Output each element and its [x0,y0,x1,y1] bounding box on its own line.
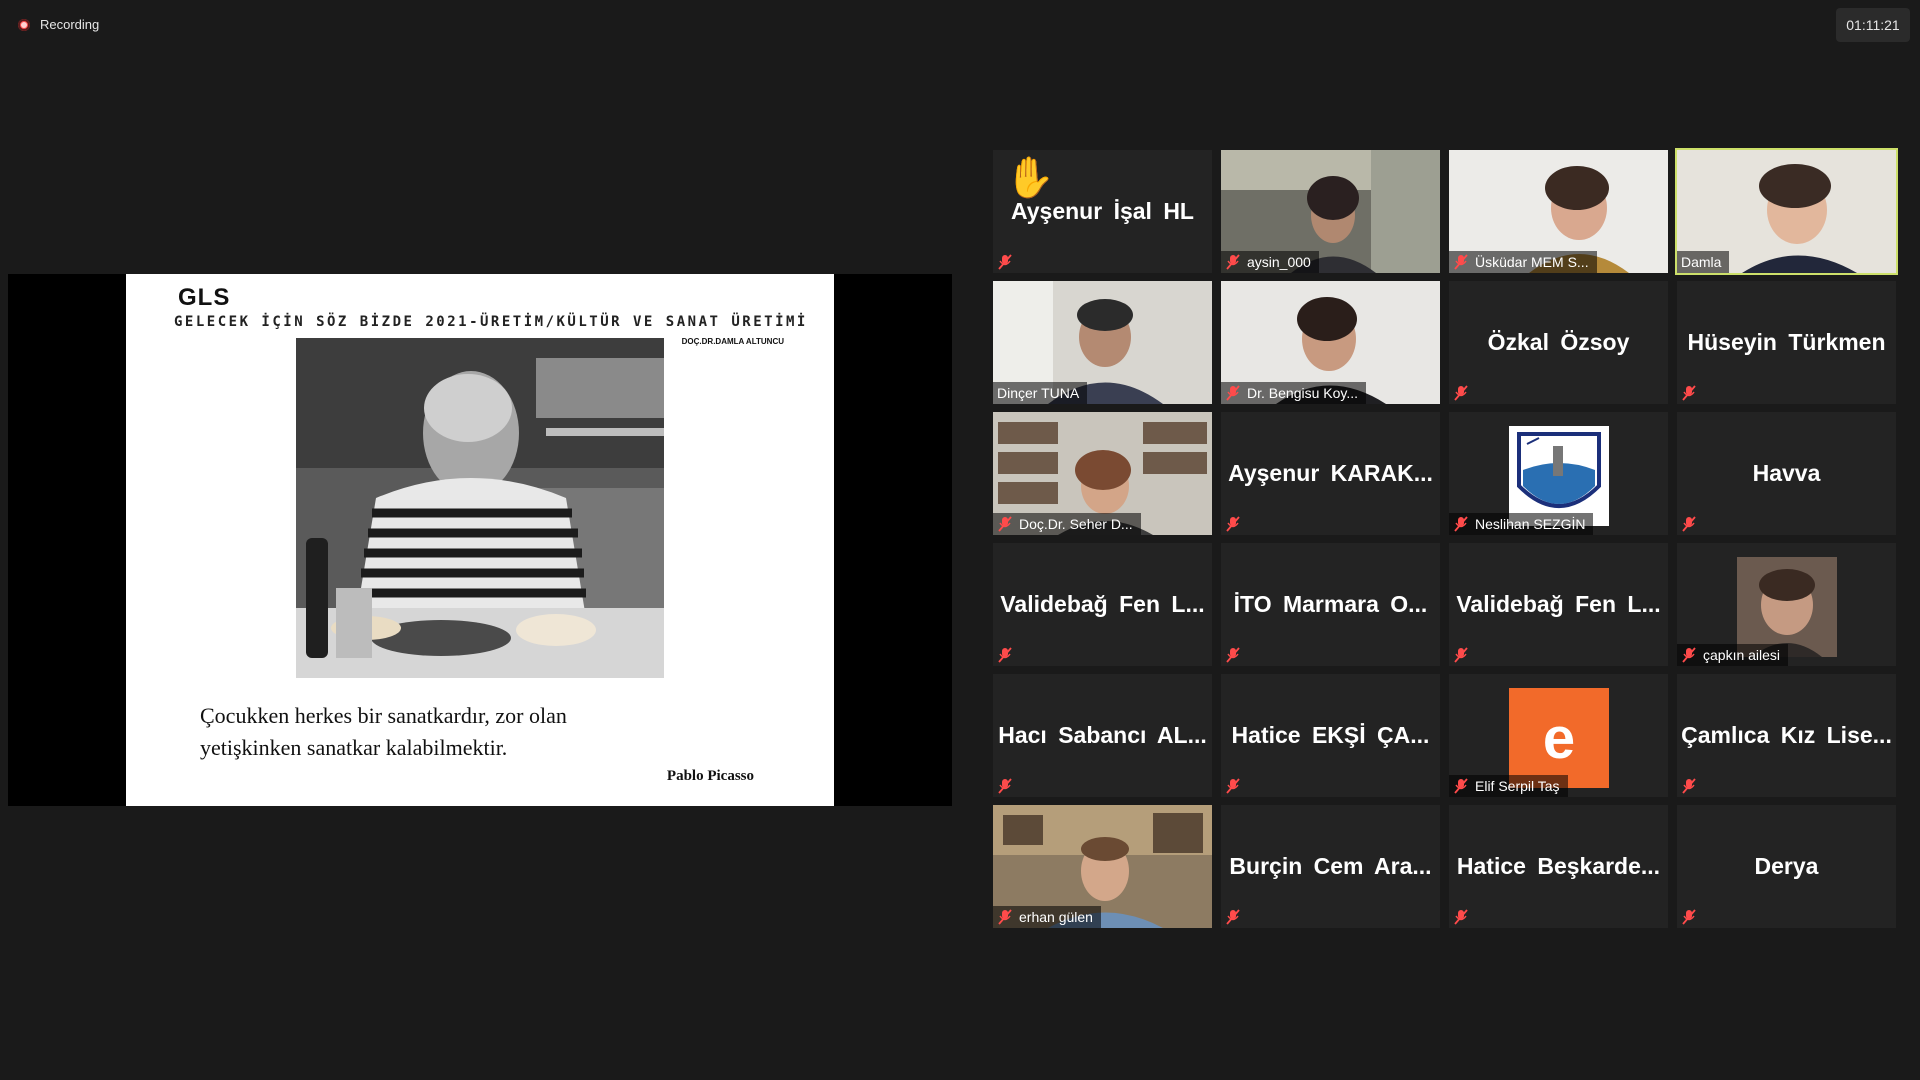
participant-tile[interactable]: Validebağ Fen L... [993,543,1212,666]
record-dot-icon [18,18,30,31]
mic-muted-icon [1454,909,1468,925]
mic-muted-icon [998,254,1012,270]
participant-nametag [1449,382,1483,404]
quote-author: Pablo Picasso [666,768,754,784]
slide-quote: Çocukken herkes bir sanatkardır, zor ola… [200,700,567,764]
mic-muted-icon [1454,516,1468,532]
participant-nametag: Damla [1677,251,1730,273]
participant-tile[interactable]: Hacı Sabancı AL... [993,674,1212,797]
participant-tile[interactable]: Havva [1677,412,1896,535]
participant-tile[interactable]: Üsküdar MEM S... [1449,150,1668,273]
participant-nametag [1677,775,1711,797]
school-logo-avatar [1509,426,1609,526]
participant-tile[interactable]: çapkın ailesi [1677,543,1896,666]
participant-tile[interactable]: Hüseyin Türkmen [1677,281,1896,404]
mic-muted-icon [1454,385,1468,401]
participant-nametag: Doç.Dr. Seher D... [993,513,1141,535]
mic-muted-icon [1226,254,1240,270]
participant-nametag [1677,906,1711,928]
participant-nametag: Dr. Bengisu Koy... [1221,382,1367,404]
participant-nametag: Elif Serpil Taş [1449,775,1568,797]
mic-muted-icon [1682,385,1696,401]
participant-nametag: Üsküdar MEM S... [1449,251,1597,273]
slide-logo: GLS [178,284,231,311]
shared-screen[interactable]: GLS GELECEK İÇİN SÖZ BİZDE 2021-ÜRETİM/K… [8,274,952,806]
letter-avatar: e [1509,688,1609,788]
participant-tile[interactable]: Dr. Bengisu Koy... [1221,281,1440,404]
participant-nametag [1449,906,1483,928]
participant-nametag [1221,906,1255,928]
participant-tile[interactable]: Neslihan SEZGİN [1449,412,1668,535]
participant-nametag [1221,513,1255,535]
participant-nametag [993,775,1027,797]
participant-nametag: Dinçer TUNA [993,382,1088,404]
mic-muted-icon [1226,778,1240,794]
participant-tile[interactable]: e Elif Serpil Taş [1449,674,1668,797]
participant-nametag: Neslihan SEZGİN [1449,513,1594,535]
participant-tile[interactable]: Doç.Dr. Seher D... [993,412,1212,535]
mic-muted-icon [998,909,1012,925]
participant-nametag: aysin_000 [1221,251,1319,273]
participant-tile[interactable]: erhan gülen [993,805,1212,928]
mic-muted-icon [1682,647,1696,663]
participant-nametag [993,644,1027,666]
slide-title: GELECEK İÇİN SÖZ BİZDE 2021-ÜRETİM/KÜLTÜ… [174,314,808,330]
participant-tile[interactable]: Hatice EKŞİ ÇA... [1221,674,1440,797]
participant-tile[interactable]: İTO Marmara O... [1221,543,1440,666]
mic-muted-icon [998,516,1012,532]
participant-nametag [993,251,1027,273]
participant-nametag [1221,775,1255,797]
participant-nametag [1221,644,1255,666]
participant-tile-active-speaker[interactable]: Damla [1675,148,1898,275]
participant-tile[interactable]: Ayşenur KARAK... [1221,412,1440,535]
participant-tile[interactable]: Burçin Cem Ara... [1221,805,1440,928]
recording-label: Recording [40,17,100,32]
participant-tile[interactable]: Dinçer TUNA [993,281,1212,404]
mic-muted-icon [1454,778,1468,794]
participant-nametag [1449,644,1483,666]
participant-nametag: erhan gülen [993,906,1101,928]
picasso-photo [296,338,664,678]
presentation-slide: GLS GELECEK İÇİN SÖZ BİZDE 2021-ÜRETİM/K… [126,274,834,806]
profile-photo-avatar [1737,557,1837,657]
participant-nametag: çapkın ailesi [1677,644,1789,666]
mic-muted-icon [1682,909,1696,925]
mic-muted-icon [1226,385,1240,401]
mic-muted-icon [1682,516,1696,532]
participant-tile[interactable]: Özkal Özsoy [1449,281,1668,404]
recording-indicator[interactable]: Recording [18,17,99,32]
mic-muted-icon [998,778,1012,794]
quote-line-2: yetişkinken sanatkar kalabilmektir. [200,735,508,760]
mic-muted-icon [998,647,1012,663]
meeting-timer: 01:11:21 [1836,8,1910,42]
mic-muted-icon [1226,516,1240,532]
participant-tile[interactable]: ✋ Ayşenur İşal HL [993,150,1212,273]
participant-tile[interactable]: Hatice Beşkarde... [1449,805,1668,928]
mic-muted-icon [1682,778,1696,794]
slide-author: DOÇ.DR.DAMLA ALTUNCU [681,337,784,346]
participant-nametag [1677,382,1711,404]
participant-nametag [1677,513,1711,535]
quote-line-1: Çocukken herkes bir sanatkardır, zor ola… [200,703,567,728]
participant-tile[interactable]: aysin_000 [1221,150,1440,273]
mic-muted-icon [1454,647,1468,663]
participant-tile[interactable]: Validebağ Fen L... [1449,543,1668,666]
mic-muted-icon [1226,647,1240,663]
participant-tile[interactable]: Çamlıca Kız Lise... [1677,674,1896,797]
participant-tile[interactable]: Derya [1677,805,1896,928]
mic-muted-icon [1226,909,1240,925]
mic-muted-icon [1454,254,1468,270]
